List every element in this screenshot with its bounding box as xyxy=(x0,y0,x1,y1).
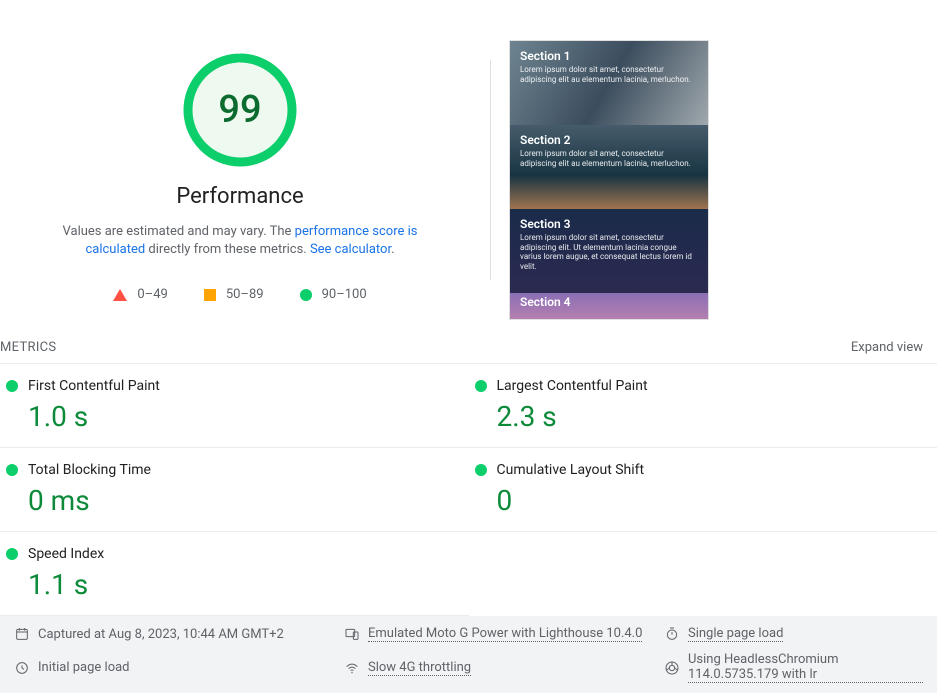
metric-name: Cumulative Layout Shift xyxy=(497,462,645,478)
throttling-text[interactable]: Slow 4G throttling xyxy=(368,660,471,676)
browser-info: Using HeadlessChromium 114.0.5735.179 wi… xyxy=(664,652,923,683)
preview-section-body: Lorem ipsum dolor sit amet, consectetur … xyxy=(520,65,698,84)
initial-load-text: Initial page load xyxy=(38,660,130,675)
preview-section-title: Section 2 xyxy=(520,133,698,147)
desc-text-mid: directly from these metrics. xyxy=(145,242,310,257)
metric-value: 1.1 s xyxy=(28,568,459,601)
square-average-icon xyxy=(204,289,216,301)
metric-value: 2.3 s xyxy=(497,400,928,433)
preview-section-title: Section 4 xyxy=(520,295,698,309)
metrics-grid: First Contentful Paint 1.0 s Largest Con… xyxy=(0,364,937,616)
preview-section: Section 1 Lorem ipsum dolor sit amet, co… xyxy=(510,41,708,125)
performance-title: Performance xyxy=(176,184,303,209)
pass-dot-icon xyxy=(6,380,18,392)
preview-section-body: Lorem ipsum dolor sit amet, consectetur … xyxy=(520,233,698,271)
initial-load: Initial page load xyxy=(14,652,334,683)
metric-si[interactable]: Speed Index 1.1 s xyxy=(0,532,469,616)
legend-pass: 90–100 xyxy=(300,287,367,302)
metric-name: First Contentful Paint xyxy=(28,378,160,394)
throttling: Slow 4G throttling xyxy=(344,652,654,683)
browser-info-text[interactable]: Using HeadlessChromium 114.0.5735.179 wi… xyxy=(688,652,923,683)
metric-value: 0 ms xyxy=(28,484,459,517)
page-preview-thumbnail: Section 1 Lorem ipsum dolor sit amet, co… xyxy=(509,40,709,320)
preview-section: Section 4 xyxy=(510,293,708,319)
summary-section: 99 Performance Values are estimated and … xyxy=(0,0,937,320)
metrics-header: METRICS Expand view xyxy=(0,330,937,364)
preview-section-body: Lorem ipsum dolor sit amet, consectetur … xyxy=(520,149,698,168)
vertical-divider xyxy=(490,60,491,280)
legend-average: 50–89 xyxy=(204,287,264,302)
legend-fail-label: 0–49 xyxy=(137,287,167,302)
devices-icon xyxy=(344,626,360,642)
legend-average-label: 50–89 xyxy=(226,287,264,302)
environment-footer: Captured at Aug 8, 2023, 10:44 AM GMT+2 … xyxy=(0,616,937,693)
page-load-mode-text[interactable]: Single page load xyxy=(688,626,783,642)
metric-cls[interactable]: Cumulative Layout Shift 0 xyxy=(469,448,937,532)
legend-pass-label: 90–100 xyxy=(322,287,367,302)
calendar-icon xyxy=(14,626,30,642)
score-legend: 0–49 50–89 90–100 xyxy=(113,287,366,302)
metric-tbt[interactable]: Total Blocking Time 0 ms xyxy=(0,448,469,532)
timer-icon xyxy=(664,626,680,642)
legend-fail: 0–49 xyxy=(113,287,167,302)
expand-view-link[interactable]: Expand view xyxy=(851,340,923,355)
metric-lcp[interactable]: Largest Contentful Paint 2.3 s xyxy=(469,364,937,448)
page-load-mode: Single page load xyxy=(664,626,923,642)
metric-value: 0 xyxy=(497,484,928,517)
pass-dot-icon xyxy=(475,464,487,476)
captured-at: Captured at Aug 8, 2023, 10:44 AM GMT+2 xyxy=(14,626,334,642)
emulated-device-text[interactable]: Emulated Moto G Power with Lighthouse 10… xyxy=(368,626,642,642)
preview-section-title: Section 1 xyxy=(520,49,698,63)
see-calculator-link[interactable]: See calculator xyxy=(310,242,391,257)
emulated-device: Emulated Moto G Power with Lighthouse 10… xyxy=(344,626,654,642)
metric-name: Largest Contentful Paint xyxy=(497,378,648,394)
preview-section: Section 2 Lorem ipsum dolor sit amet, co… xyxy=(510,125,708,209)
performance-gauge: 99 xyxy=(180,50,300,170)
preview-section: Section 3 Lorem ipsum dolor sit amet, co… xyxy=(510,209,708,293)
wifi-icon xyxy=(344,660,360,676)
metric-fcp[interactable]: First Contentful Paint 1.0 s xyxy=(0,364,469,448)
preview-section-title: Section 3 xyxy=(520,217,698,231)
performance-column: 99 Performance Values are estimated and … xyxy=(20,20,460,320)
circle-pass-icon xyxy=(300,289,312,301)
captured-at-text: Captured at Aug 8, 2023, 10:44 AM GMT+2 xyxy=(38,627,284,642)
performance-score: 99 xyxy=(180,50,300,170)
metric-name: Speed Index xyxy=(28,546,104,562)
triangle-fail-icon xyxy=(113,289,127,301)
pass-dot-icon xyxy=(6,464,18,476)
performance-description: Values are estimated and may vary. The p… xyxy=(40,223,440,259)
metric-value: 1.0 s xyxy=(28,400,459,433)
pass-dot-icon xyxy=(475,380,487,392)
metrics-heading: METRICS xyxy=(0,340,56,355)
chrome-icon xyxy=(664,660,680,676)
pass-dot-icon xyxy=(6,548,18,560)
screenshot-preview: Section 1 Lorem ipsum dolor sit amet, co… xyxy=(509,20,709,320)
metric-name: Total Blocking Time xyxy=(28,462,151,478)
history-icon xyxy=(14,660,30,676)
desc-text-pre: Values are estimated and may vary. The xyxy=(63,224,295,239)
